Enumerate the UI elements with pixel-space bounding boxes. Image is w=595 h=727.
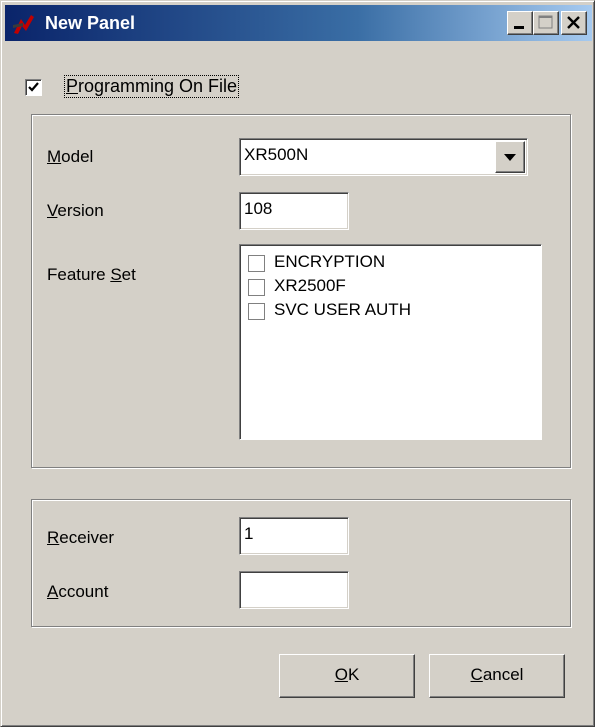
window-title: New Panel <box>45 13 136 33</box>
app-icon <box>11 11 37 37</box>
label-text: eceiver <box>59 528 115 547</box>
feature-checkbox[interactable] <box>248 279 265 296</box>
label-text: ersion <box>57 201 104 220</box>
minimize-button[interactable] <box>507 11 533 35</box>
feature-set-list[interactable]: ENCRYPTION XR2500F SVC USER AUTH <box>239 244 542 440</box>
feature-checkbox[interactable] <box>248 303 265 320</box>
maximize-icon <box>538 15 553 29</box>
label-mnemonic: S <box>110 265 122 284</box>
model-label: Model <box>47 147 93 167</box>
version-label: Version <box>47 201 104 221</box>
checkmark-icon <box>28 82 39 92</box>
feature-label: SVC USER AUTH <box>274 300 411 319</box>
feature-set-label: Feature Set <box>47 265 136 285</box>
title-bar[interactable]: New Panel <box>5 5 592 41</box>
feature-checkbox[interactable] <box>248 255 265 272</box>
account-input[interactable] <box>239 571 349 609</box>
close-icon <box>567 16 580 29</box>
account-label: Account <box>47 582 108 602</box>
label-text: rogramming On File <box>78 76 238 96</box>
model-dropdown-button[interactable] <box>495 141 525 173</box>
new-panel-dialog: New Panel Programming On File Model XR50… <box>0 0 595 727</box>
label-text: Feature <box>47 265 111 284</box>
label-mnemonic: V <box>47 201 58 220</box>
maximize-button[interactable] <box>533 11 559 35</box>
label-mnemonic: O <box>334 665 348 684</box>
model-dropdown[interactable]: XR500N <box>239 138 528 176</box>
receiver-label: Receiver <box>47 528 114 548</box>
label-mnemonic: C <box>470 665 483 684</box>
model-value: XR500N <box>244 145 309 164</box>
programming-on-file-label[interactable]: Programming On File <box>63 75 240 98</box>
feature-label: XR2500F <box>274 276 346 295</box>
cancel-button[interactable]: Cancel <box>429 654 565 698</box>
label-text: K <box>347 665 360 684</box>
chevron-down-icon <box>504 154 516 161</box>
close-button[interactable] <box>561 11 587 35</box>
ok-button[interactable]: OK <box>279 654 415 698</box>
label-mnemonic: R <box>47 528 60 547</box>
label-mnemonic: M <box>47 147 62 166</box>
feature-label: ENCRYPTION <box>274 252 386 271</box>
label-text: ancel <box>482 665 524 684</box>
label-text: et <box>121 265 136 284</box>
version-input[interactable]: 108 <box>239 192 349 230</box>
programming-on-file-checkbox[interactable] <box>25 79 42 96</box>
label-text: odel <box>61 147 94 166</box>
label-text: ccount <box>58 582 109 601</box>
label-mnemonic: A <box>47 582 59 601</box>
minimize-icon <box>514 26 524 29</box>
label-mnemonic: P <box>66 76 79 96</box>
receiver-input[interactable]: 1 <box>239 517 349 555</box>
